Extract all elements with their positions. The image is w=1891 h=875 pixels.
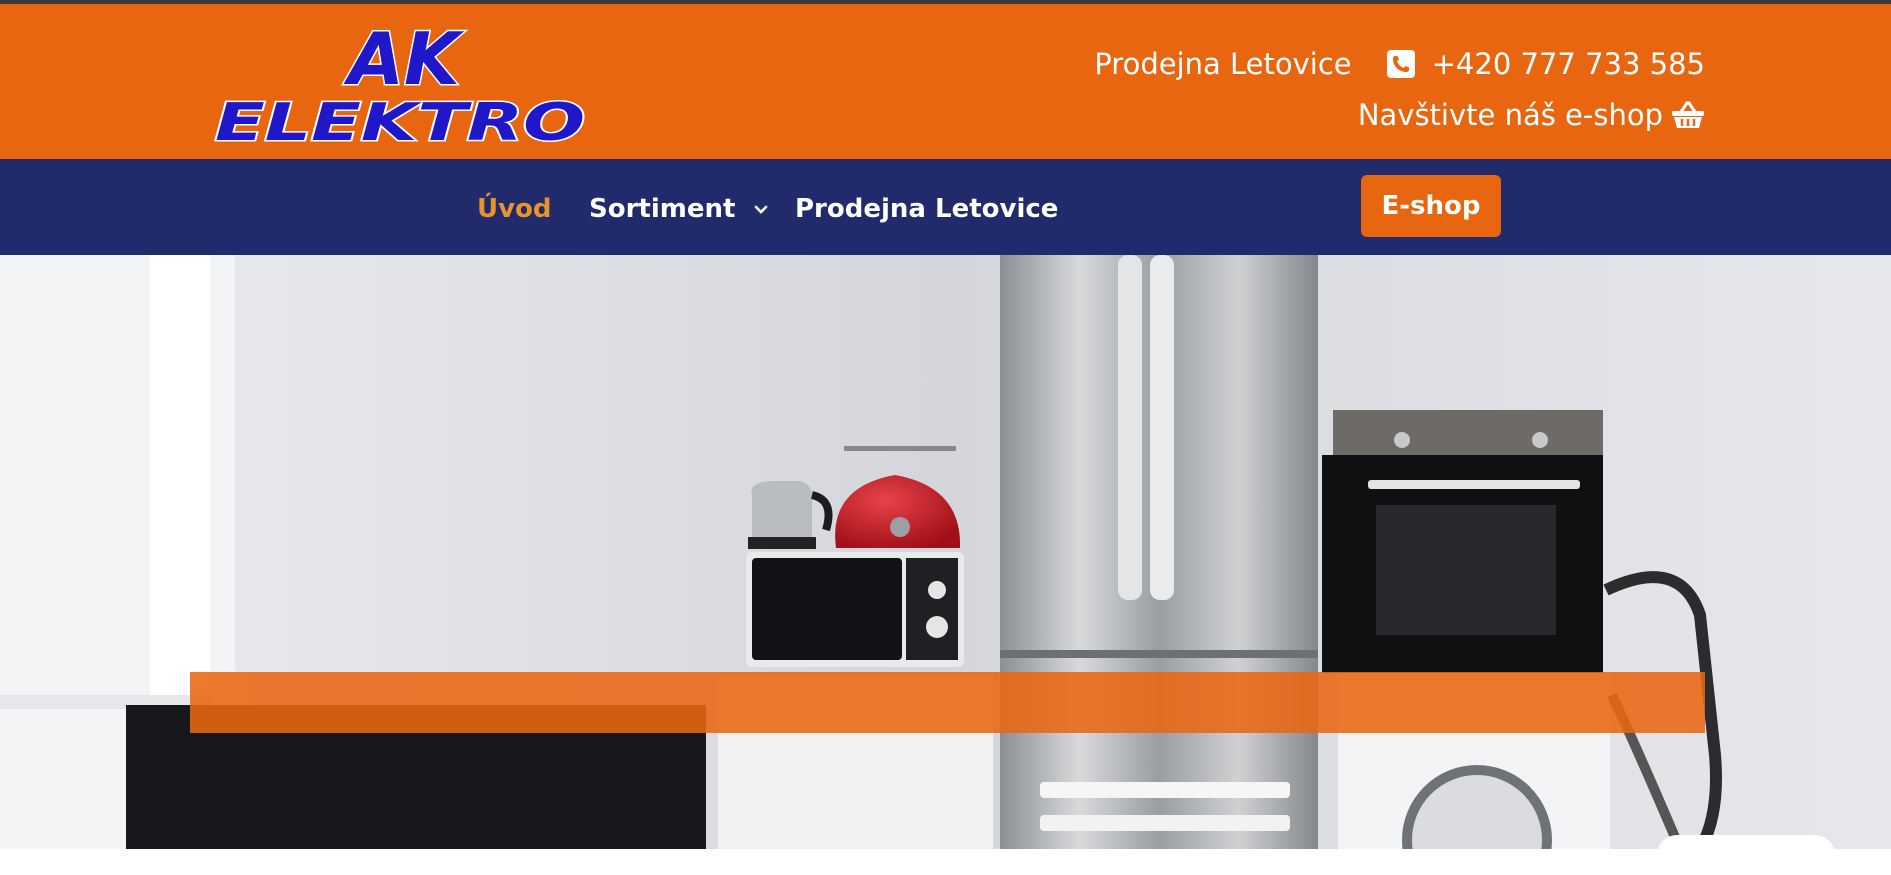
nav-item-uvod[interactable]: Úvod [477, 193, 552, 225]
logo-text-elektro: ELEKTRO [215, 93, 585, 148]
hero-image [0, 255, 1891, 849]
logo-text-ak: AK [343, 26, 465, 101]
nav-item-label: Prodejna Letovice [795, 194, 1059, 224]
eshop-link[interactable]: Navštivte náš e-shop [1358, 95, 1705, 135]
nav-item-label: Sortiment [589, 194, 736, 224]
floating-action-button[interactable] [1657, 835, 1835, 875]
nav-item-label: Úvod [477, 194, 552, 224]
eshop-link-text[interactable]: Navštivte náš e-shop [1358, 98, 1663, 132]
eshop-button[interactable]: E-shop [1361, 175, 1501, 237]
phone-number[interactable]: +420 777 733 585 [1432, 47, 1705, 81]
contact-row: Prodejna Letovice +420 777 733 585 [1094, 44, 1705, 84]
chevron-down-icon [755, 205, 768, 214]
hero-banner [190, 672, 1705, 733]
store-name[interactable]: Prodejna Letovice [1094, 47, 1351, 81]
main-nav: Úvod Sortiment Prodejna Letovice [0, 159, 1891, 255]
ak-elektro-logo[interactable]: AK ELEKTRO [214, 26, 590, 148]
kitchen-appliances-photo [0, 255, 1891, 849]
nav-item-sortiment[interactable]: Sortiment [589, 193, 768, 225]
phone-icon [1386, 50, 1415, 78]
site-header: AK ELEKTRO Prodejna Letovice +420 777 73… [0, 4, 1891, 159]
basket-icon [1672, 101, 1704, 128]
nav-item-prodejna-letovice[interactable]: Prodejna Letovice [795, 193, 1058, 225]
